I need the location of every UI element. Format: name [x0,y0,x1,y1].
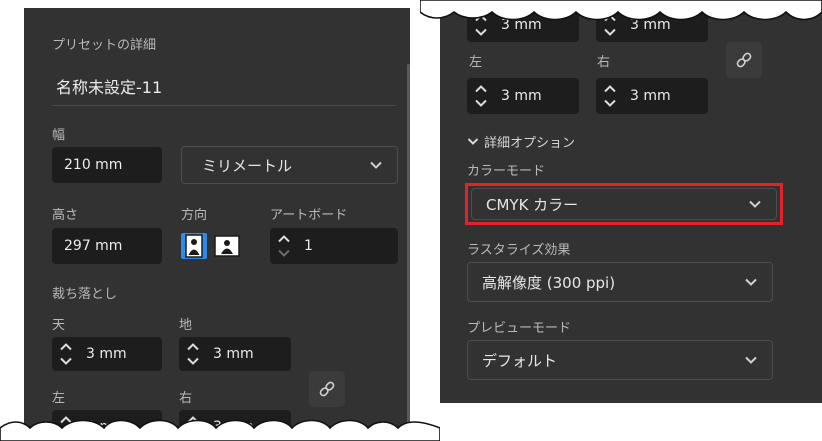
preview-mode-value: デフォルト [482,351,558,370]
bleed-bottom-label: 地 [179,318,193,333]
torn-edge-left [0,419,440,441]
bleed-top-label: 天 [52,318,66,333]
raster-effects-value: 高解像度 (300 ppi) [482,273,616,292]
bleed-bottom-stepper[interactable] [186,342,200,366]
link-bleed-button[interactable] [726,42,762,78]
bleed-left-label: 左 [469,55,483,70]
unit-select[interactable]: ミリメートル [181,146,398,184]
name-underline [52,105,396,106]
stepper-down-icon[interactable] [186,356,200,366]
raster-effects-label: ラスタライズ効果 [467,243,571,258]
chevron-down-icon [467,138,479,145]
stepper-down-icon[interactable] [474,98,488,108]
orientation-label: 方向 [181,208,208,223]
scrollbar[interactable] [407,64,410,441]
chevron-down-icon [745,278,757,286]
stepper-up-icon[interactable] [474,84,488,94]
bleed-bottom-input[interactable]: 3 mm [179,337,291,371]
bleed-right-input[interactable]: 3 mm [596,78,708,114]
link-icon [319,381,335,397]
advanced-options-label: 詳細オプション [484,136,576,151]
stepper-down-icon[interactable] [59,356,73,366]
stepper-up-icon[interactable] [277,234,291,244]
landscape-icon [214,235,240,257]
chevron-down-icon [749,200,761,208]
bleed-right-label: 右 [179,391,193,406]
width-value: 210 mm [64,157,123,173]
color-mode-value: CMYK カラー [486,195,579,214]
bleed-right-label: 右 [597,55,611,70]
artboard-stepper[interactable] [277,234,291,258]
torn-edge-right [420,0,822,21]
bleed-left-stepper[interactable] [474,84,488,108]
preview-mode-label: プレビューモード [467,321,572,336]
bleed-label: 裁ち落とし [52,287,118,302]
color-mode-select[interactable]: CMYK カラー [471,188,777,220]
advanced-options-toggle[interactable]: 詳細オプション [467,132,575,151]
stepper-up-icon[interactable] [603,84,617,94]
bleed-left-label: 左 [52,391,66,406]
stepper-down-icon[interactable] [603,27,617,37]
unit-value: ミリメートル [202,156,293,175]
stepper-down-icon[interactable] [474,27,488,37]
stepper-up-icon[interactable] [59,342,73,352]
preset-details-label: プリセットの詳細 [52,38,157,53]
portrait-orientation-button[interactable] [181,233,207,259]
chevron-down-icon [370,161,382,169]
color-mode-label: カラーモード [467,164,546,179]
chevron-down-icon [745,356,757,364]
landscape-orientation-button[interactable] [214,233,240,259]
artboard-label: アートボード [270,208,348,223]
bleed-top-input[interactable]: 3 mm [52,337,162,371]
preview-mode-select[interactable]: デフォルト [467,340,773,380]
height-value: 297 mm [64,238,123,254]
stepper-down-icon[interactable] [277,248,291,258]
bleed-top-stepper[interactable] [59,342,73,366]
height-input[interactable]: 297 mm [52,228,162,264]
bleed-left-input[interactable]: 3 mm [467,78,579,114]
width-label: 幅 [52,128,66,143]
stepper-down-icon[interactable] [603,98,617,108]
link-bleed-button[interactable] [309,371,345,407]
preset-name-field[interactable]: 名称未設定-11 [56,74,162,98]
height-label: 高さ [52,208,79,223]
bleed-right-stepper[interactable] [603,84,617,108]
advanced-options-panel: 3 mm 3 mm 左 右 3 mm 3 mm 詳細オプション カラーモード C… [440,0,822,403]
raster-effects-select[interactable]: 高解像度 (300 ppi) [467,262,773,302]
stepper-up-icon[interactable] [186,342,200,352]
artboard-count-input[interactable]: 1 [270,228,398,264]
new-document-preset-panel: プリセットの詳細 名称未設定-11 幅 210 mm ミリメートル 高さ 方向 … [24,8,410,441]
link-icon [736,52,752,68]
portrait-icon [185,234,203,258]
width-input[interactable]: 210 mm [52,147,162,183]
